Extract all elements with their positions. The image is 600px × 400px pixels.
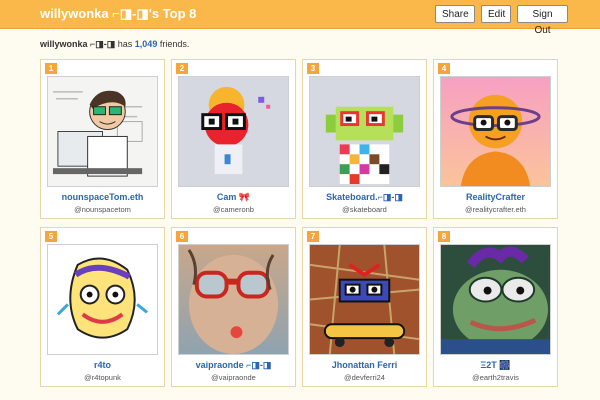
has-text: has [115,39,135,49]
rank-badge: 7 [307,231,319,242]
friends-suffix: friends. [157,39,190,49]
edit-button[interactable]: Edit [481,5,511,23]
friend-card: 1 nounspaceTom.eth @nounspacetom [40,59,165,219]
friend-handle: @vaipraonde [211,373,256,382]
friend-avatar[interactable] [309,76,420,187]
friend-handle: @realitycrafter.eth [465,205,526,214]
friend-name[interactable]: vaipraonde ⌐◨-◨ [172,360,295,371]
friend-card: 2 Cam 🎀 @cameronb [171,59,296,219]
sign-out-button[interactable]: Sign Out [517,5,568,36]
friend-avatar[interactable] [47,244,158,355]
friend-card: 8 Ξ2T 🎆 @earth2travis [433,227,558,387]
friend-name[interactable]: RealityCrafter [434,192,557,202]
rank-badge: 5 [45,231,57,242]
doodle-face-avatar [48,245,157,354]
friend-handle: @nounspacetom [74,205,131,214]
pixel-noun-avatar [179,77,288,186]
friend-avatar[interactable] [178,244,289,355]
owner-name: willywonka ⌐◨-◨ [40,39,116,49]
friend-handle: @earth2travis [472,373,519,382]
rank-badge: 4 [438,63,450,74]
friend-card: 7 Jhonattan Ferri @devferri24 [302,227,427,387]
orange-planet-avatar [441,77,550,186]
rank-badge: 2 [176,63,188,74]
friend-card: 6 vaipraonde ⌐◨-◨ @vaipraonde [171,227,296,387]
friend-handle: @devferri24 [344,373,385,382]
friend-name[interactable]: nounspaceTom.eth [41,192,164,202]
skateboard-mosaic-avatar [310,245,419,354]
friend-name[interactable]: Skateboard.⌐◨-◨ [303,192,426,203]
friend-avatar[interactable] [440,244,551,355]
friend-avatar[interactable] [178,76,289,187]
friend-name[interactable]: Cam 🎀 [172,192,295,203]
rank-badge: 6 [176,231,188,242]
pixel-robot-avatar [310,77,419,186]
rank-badge: 3 [307,63,319,74]
friend-card: 5 r4to @r4topunk [40,227,165,387]
friend-name[interactable]: r4to [41,360,164,370]
friend-card: 4 RealityCrafter @realitycrafter.eth [433,59,558,219]
friend-avatar[interactable] [47,76,158,187]
friend-avatar[interactable] [440,76,551,187]
friend-handle: @r4topunk [84,373,121,382]
rank-badge: 8 [438,231,450,242]
friends-summary: willywonka ⌐◨-◨ has 1,049 friends. [40,39,189,50]
friend-name[interactable]: Ξ2T 🎆 [434,360,557,371]
page-title: willywonka ⌐◨-◨'s Top 8 [40,6,197,21]
friend-handle: @cameronb [213,205,254,214]
rank-badge: 1 [45,63,57,74]
friend-name[interactable]: Jhonattan Ferri [303,360,426,370]
cartoon-coder-avatar [48,77,157,186]
friend-handle: @skateboard [342,205,387,214]
share-button[interactable]: Share [435,5,475,23]
friend-count-link[interactable]: 1,049 [135,39,158,49]
friend-avatar[interactable] [309,244,420,355]
friend-card: 3 Skateboard.⌐◨-◨ @skateboard [302,59,427,219]
underwater-photo-avatar [179,245,288,354]
frog-avatar [441,245,550,354]
top-bar: willywonka ⌐◨-◨'s Top 8 Share Edit Sign … [0,0,600,36]
